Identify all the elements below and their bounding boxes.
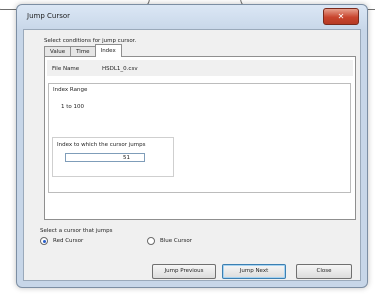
blue-cursor-radio[interactable]: Blue Cursor [147, 237, 192, 245]
file-name-label: File Name [52, 66, 80, 72]
index-range-label: Index Range [53, 87, 88, 93]
index-tab-panel: File Name HSDL1_0.csv Index Range 1 to 1… [44, 56, 356, 220]
close-button[interactable]: Close [296, 264, 352, 279]
title-bar: Jump Cursor ✕ [17, 5, 367, 29]
condition-tabs: Value Time Index [44, 44, 122, 57]
red-cursor-radio[interactable]: Red Cursor [40, 237, 83, 245]
blue-cursor-label: Blue Cursor [160, 238, 192, 244]
close-window-button[interactable]: ✕ [323, 8, 359, 25]
dialog-title: Jump Cursor [27, 12, 70, 20]
close-icon: ✕ [337, 12, 345, 21]
radio-checked-icon [40, 237, 48, 245]
jump-index-input[interactable]: 51 [65, 153, 145, 162]
file-name-value: HSDL1_0.csv [102, 66, 138, 72]
red-cursor-label: Red Cursor [53, 238, 84, 244]
tab-index[interactable]: Index [94, 44, 122, 57]
jump-previous-button[interactable]: Jump Previous [152, 264, 216, 279]
index-range-value: 1 to 100 [61, 104, 85, 110]
cursor-select-label: Select a cursor that jumps [40, 228, 113, 234]
jump-next-button[interactable]: Jump Next [222, 264, 286, 279]
radio-unchecked-icon [147, 237, 155, 245]
jump-index-label: Index to which the cursor jumps [57, 142, 146, 148]
file-name-row [47, 60, 353, 76]
